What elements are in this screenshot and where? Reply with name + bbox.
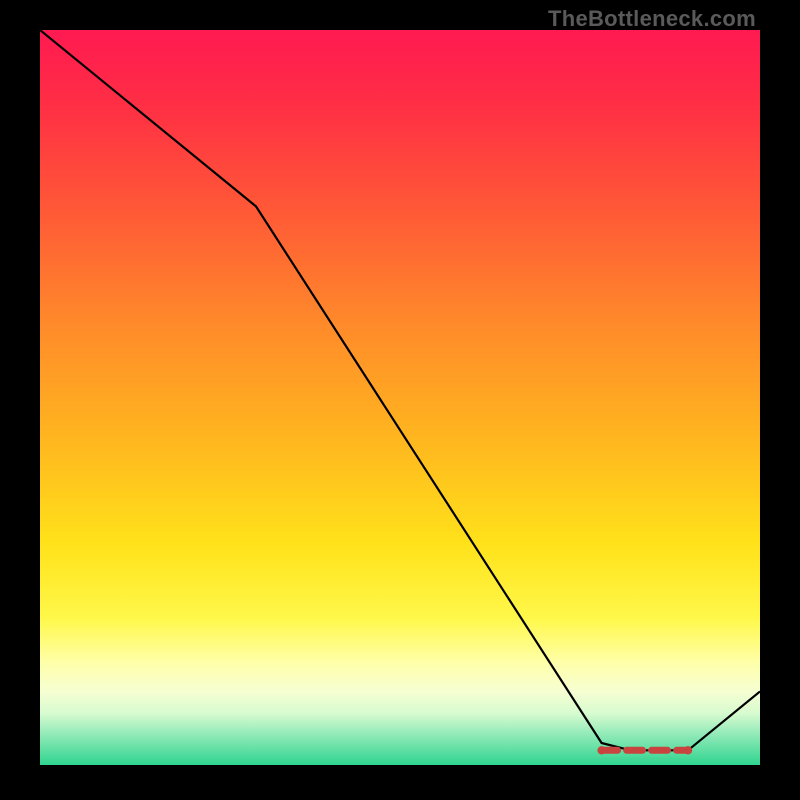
chart-svg xyxy=(40,30,760,765)
watermark-text: TheBottleneck.com xyxy=(548,6,756,32)
gradient-background xyxy=(40,30,760,765)
plot-area xyxy=(40,30,760,765)
chart-container: TheBottleneck.com xyxy=(0,0,800,800)
